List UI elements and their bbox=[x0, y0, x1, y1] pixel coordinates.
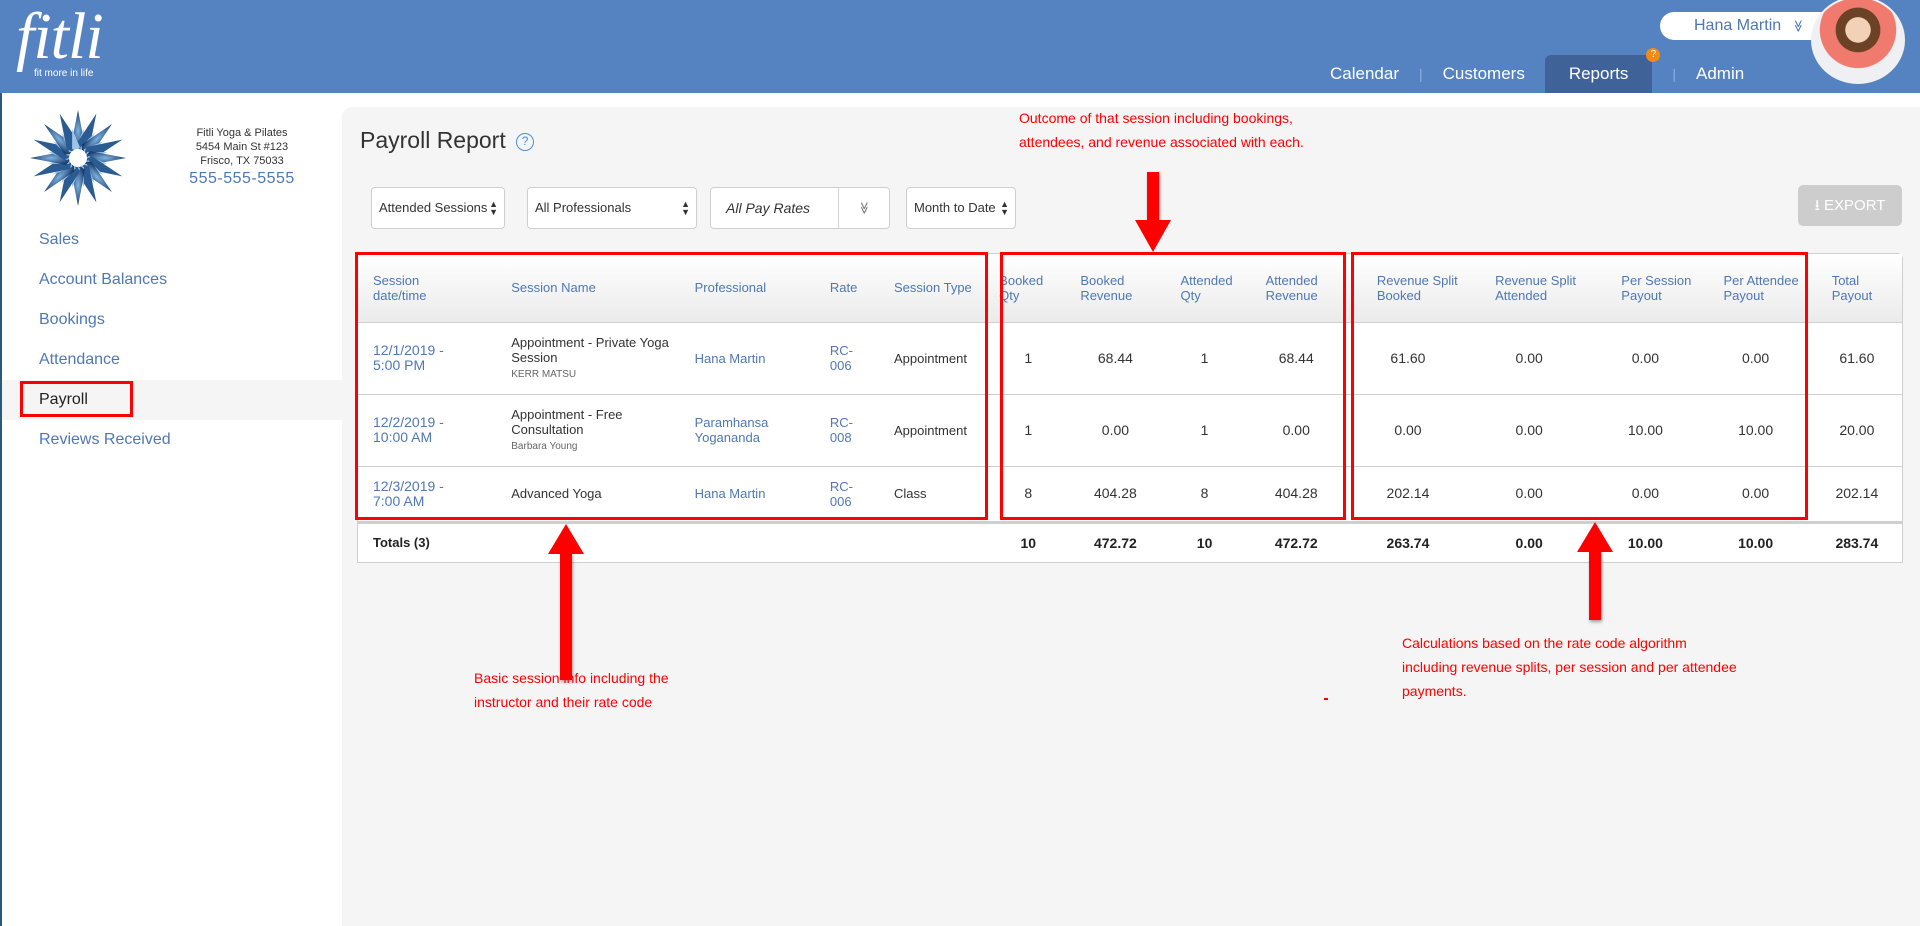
user-name: Hana Martin bbox=[1694, 17, 1782, 34]
annotation-stray-mark bbox=[1324, 698, 1328, 700]
pay-rate-filter[interactable]: All Pay Rates ≫ bbox=[710, 187, 890, 229]
studio-phone[interactable]: 555-555-5555 bbox=[172, 170, 312, 188]
annotation-outcome-text: Outcome of that session including bookin… bbox=[1019, 110, 1304, 150]
total-revenue-split-booked: 263.74 bbox=[1348, 520, 1468, 562]
total-payout: 61.60 bbox=[1811, 321, 1902, 394]
annotation-highlight-box bbox=[20, 381, 133, 417]
total-booked-revenue: 472.72 bbox=[1065, 520, 1166, 562]
user-avatar[interactable] bbox=[1811, 0, 1905, 84]
double-chevron-down-icon[interactable]: ≫ bbox=[845, 202, 885, 215]
col-total-payout[interactable]: Total Payout bbox=[1812, 254, 1902, 322]
chevron-down-icon: ≫ bbox=[1790, 19, 1805, 33]
nav-calendar-label: Calendar bbox=[1330, 64, 1399, 83]
total-attended-revenue: 472.72 bbox=[1243, 520, 1349, 562]
sidebar-item-bookings[interactable]: Bookings bbox=[2, 300, 344, 340]
total-payout: 20.00 bbox=[1811, 393, 1902, 466]
help-icon[interactable]: ? bbox=[516, 133, 535, 151]
annotation-basic-text: Basic session info including the instruc… bbox=[474, 670, 669, 710]
sidebar-item-account-balances[interactable]: Account Balances bbox=[2, 260, 344, 300]
total-payout: 202.14 bbox=[1811, 465, 1902, 522]
total-payout-sum: 283.74 bbox=[1811, 520, 1902, 562]
nav-customers-label: Customers bbox=[1442, 64, 1525, 83]
session-filter-select[interactable]: Attended Sessions ▲ ▼ bbox=[371, 187, 505, 229]
total-attended-qty: 10 bbox=[1165, 520, 1244, 562]
select-arrows-icon: ▲ ▼ bbox=[681, 199, 690, 217]
total-booked-qty: 10 bbox=[991, 520, 1066, 562]
sidebar: Fitli Yoga & Pilates 5454 Main St #123 F… bbox=[0, 93, 344, 926]
professional-filter-value: All Professionals bbox=[535, 200, 632, 215]
page-title: Payroll Report ? bbox=[360, 127, 535, 154]
top-header: fitli fit more in life Calendar | Custom… bbox=[0, 0, 1920, 93]
total-revenue-split-attended: 0.00 bbox=[1467, 520, 1592, 562]
date-range-value: Month to Date bbox=[914, 200, 996, 215]
annotation-box-session-info bbox=[355, 252, 988, 520]
page-title-text: Payroll Report bbox=[360, 127, 506, 153]
nav-calendar[interactable]: Calendar bbox=[1310, 55, 1419, 93]
logo-wordmark: fitli bbox=[16, 0, 104, 73]
main-nav: Calendar | Customers Reports ? | Admin bbox=[1310, 48, 1764, 93]
nav-reports-label: Reports bbox=[1568, 64, 1629, 83]
nav-admin[interactable]: Admin bbox=[1676, 55, 1764, 93]
sidebar-item-reviews-received[interactable]: Reviews Received bbox=[2, 420, 344, 460]
totals-row: Totals (3) 10 472.72 10 472.72 263.74 0.… bbox=[358, 520, 1902, 562]
sidebar-item-payroll[interactable]: Payroll bbox=[2, 380, 344, 420]
studio-address-1: 5454 Main St #123 bbox=[195, 141, 289, 153]
export-label: EXPORT bbox=[1824, 197, 1886, 214]
studio-name: Fitli Yoga & Pilates bbox=[196, 127, 288, 139]
logo-tagline: fit more in life bbox=[34, 68, 94, 79]
fitli-logo[interactable]: fitli fit more in life bbox=[16, 0, 104, 80]
studio-logo-icon bbox=[30, 110, 126, 206]
select-arrows-icon: ▲ ▼ bbox=[489, 199, 498, 217]
dropdown-divider bbox=[838, 188, 839, 228]
professional-filter-select[interactable]: All Professionals ▲ ▼ bbox=[527, 187, 697, 229]
reports-help-badge[interactable]: ? bbox=[1646, 48, 1661, 62]
annotation-box-outcome bbox=[1000, 252, 1346, 520]
nav-customers[interactable]: Customers bbox=[1423, 55, 1545, 93]
studio-info: Fitli Yoga & Pilates 5454 Main St #123 F… bbox=[172, 126, 312, 188]
date-range-select[interactable]: Month to Date ▲ ▼ bbox=[906, 187, 1016, 229]
sidebar-item-attendance[interactable]: Attendance bbox=[2, 340, 344, 380]
export-button[interactable]: ⭳ EXPORT bbox=[1798, 185, 1902, 226]
session-filter-value: Attended Sessions bbox=[379, 200, 488, 215]
select-arrows-icon: ▲ ▼ bbox=[1000, 199, 1009, 217]
studio-address-2: Frisco, TX 75033 bbox=[200, 155, 284, 167]
nav-reports[interactable]: Reports ? bbox=[1544, 48, 1661, 93]
annotation-calculations-text: Calculations based on the rate code algo… bbox=[1402, 635, 1737, 699]
nav-admin-label: Admin bbox=[1696, 64, 1745, 83]
download-icon: ⭳ bbox=[1814, 197, 1820, 214]
annotation-box-calculations bbox=[1351, 252, 1808, 520]
totals-label: Totals (3) bbox=[358, 520, 992, 562]
reports-menu: Sales Account Balances Bookings Attendan… bbox=[2, 220, 344, 460]
sidebar-item-sales[interactable]: Sales bbox=[2, 220, 344, 260]
pay-rate-filter-value: All Pay Rates bbox=[726, 200, 811, 216]
total-per-attendee-payout: 10.00 bbox=[1699, 520, 1812, 562]
